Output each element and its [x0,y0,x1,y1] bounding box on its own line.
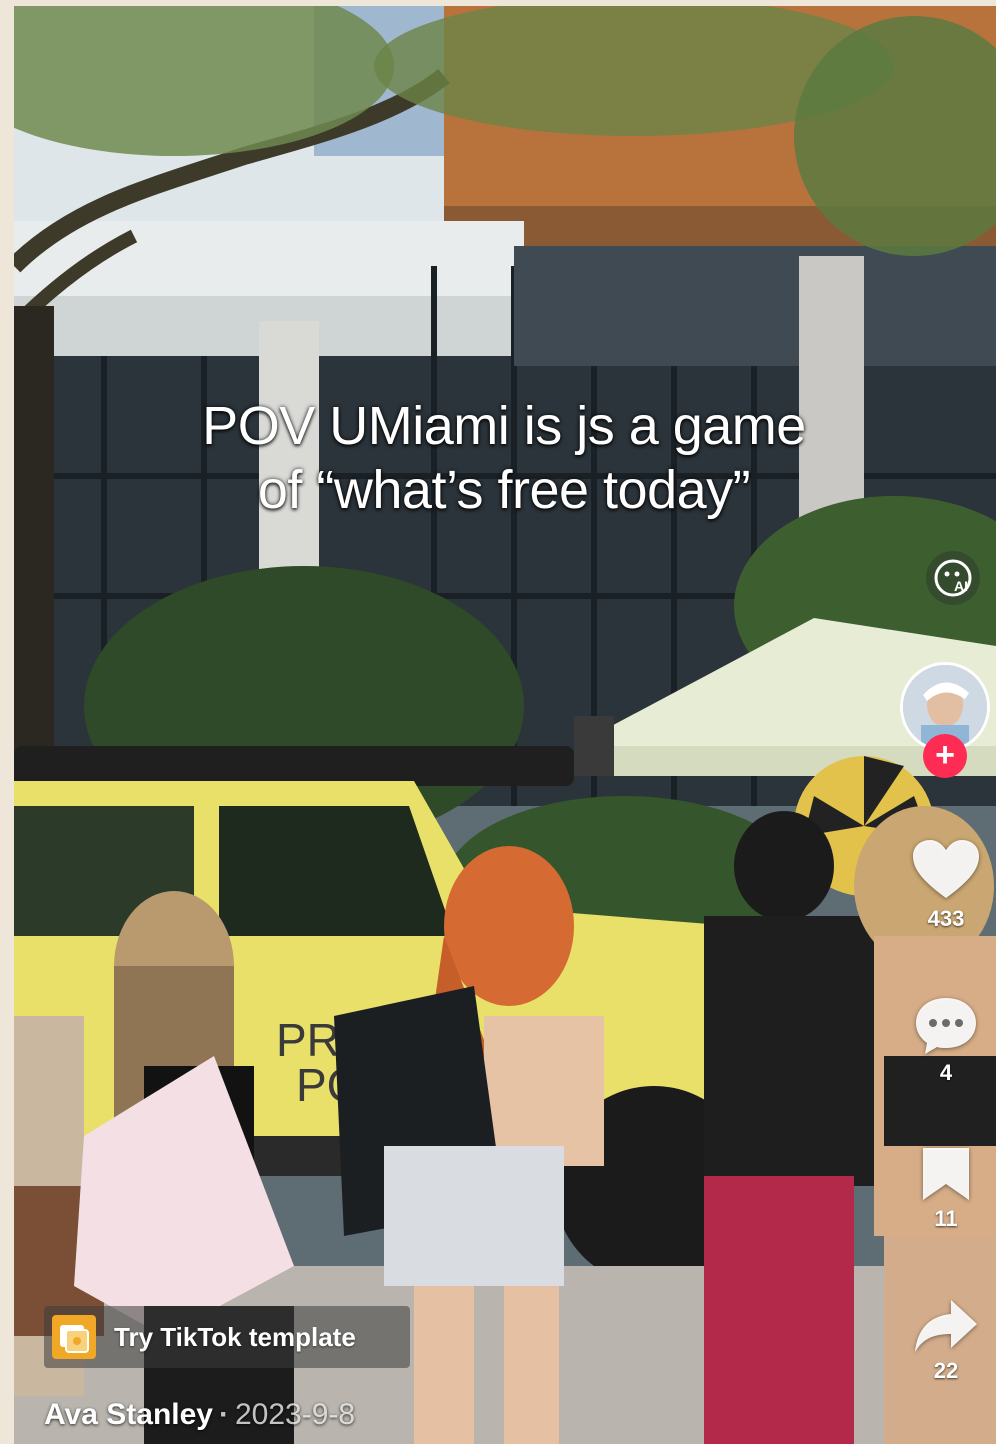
creator-avatar-group[interactable]: + [898,660,994,784]
author-name[interactable]: Ava Stanley [44,1398,213,1431]
ai-badge-label: AI [954,578,968,594]
comment-button[interactable]: 4 [904,994,988,1086]
author-row[interactable]: Ava Stanley · 2023-9-8 [44,1398,355,1432]
heart-icon [913,840,979,898]
comment-icon [916,998,976,1054]
bookmark-button[interactable]: 11 [904,1144,988,1232]
share-icon [915,1300,977,1352]
like-count: 433 [927,906,965,931]
video-frame[interactable]: PRIN PC POV UMiami is js a game of “what… [14,6,996,1444]
comment-count: 4 [939,1060,953,1085]
share-count: 22 [933,1358,959,1383]
template-label: Try TikTok template [114,1321,356,1352]
bookmark-count: 11 [934,1206,958,1231]
video-caption: POV UMiami is js a game of “what’s free … [74,394,934,522]
share-button[interactable]: 22 [904,1296,988,1384]
post-date: 2023-9-8 [234,1398,356,1431]
ai-badge-icon[interactable]: AI [926,551,980,605]
video-scene: PRIN PC [14,6,996,1444]
follow-plus-icon[interactable]: + [923,734,967,778]
separator-dot: · [218,1398,229,1431]
bookmark-icon [923,1148,969,1200]
like-button[interactable]: 433 [904,838,988,932]
template-icon [52,1315,96,1359]
try-template-button[interactable]: Try TikTok template [44,1306,410,1368]
caption-line-2: of “what’s free today” [257,460,751,520]
caption-line-1: POV UMiami is js a game [202,396,806,456]
